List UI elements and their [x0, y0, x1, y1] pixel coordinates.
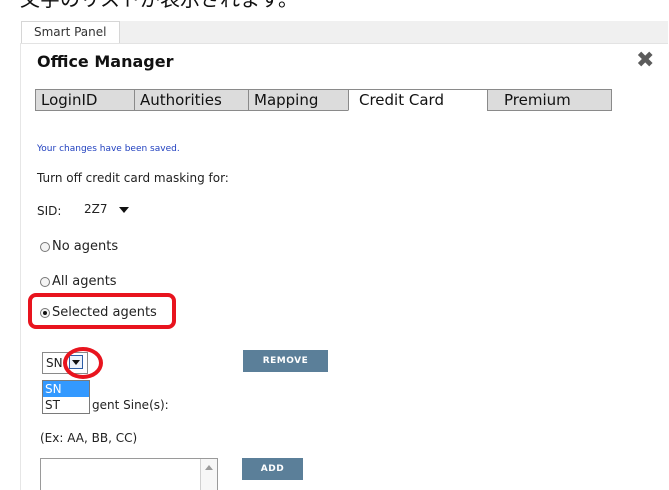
- tab-mapping[interactable]: Mapping: [248, 89, 349, 111]
- agent-select-value: SN: [46, 356, 63, 370]
- circle-annotation: [63, 347, 103, 379]
- chevron-down-icon: [119, 206, 130, 213]
- tab-authorities[interactable]: Authorities: [134, 89, 249, 111]
- radio-no-agents[interactable]: No agents: [40, 239, 118, 254]
- dropdown-option-sn[interactable]: SN: [43, 381, 89, 397]
- example-text: (Ex: AA, BB, CC): [40, 431, 138, 445]
- radio-icon: [40, 276, 50, 287]
- textarea-scrollbar[interactable]: [200, 459, 217, 490]
- radio-label: All agents: [52, 274, 117, 289]
- saved-message: Your changes have been saved.: [37, 144, 180, 154]
- dropdown-option-st[interactable]: ST: [43, 397, 89, 413]
- radio-label: No agents: [52, 239, 119, 254]
- radio-icon: [40, 241, 50, 252]
- smart-panel-tab[interactable]: Smart Panel: [21, 21, 120, 43]
- remove-button[interactable]: REMOVE: [243, 350, 328, 372]
- highlight-annotation: [28, 293, 176, 329]
- agent-dropdown-list: SN ST: [42, 380, 90, 414]
- add-button[interactable]: ADD: [242, 458, 303, 480]
- scroll-up-icon[interactable]: [205, 465, 213, 470]
- agent-sine-label: gent Sine(s):: [92, 398, 169, 412]
- tab-credit-card[interactable]: Credit Card: [348, 89, 488, 111]
- sid-value: 2Z7: [84, 202, 108, 216]
- top-caption: ー文字のリストが表示されます。: [0, 0, 669, 10]
- sid-label: SID:: [37, 204, 62, 218]
- agent-sine-input[interactable]: [40, 458, 218, 490]
- panel-border: [20, 43, 21, 490]
- smart-panel-bar: Smart Panel: [21, 21, 668, 44]
- sid-select[interactable]: 2Z7: [84, 201, 144, 218]
- tab-premium[interactable]: Premium: [487, 89, 612, 111]
- tab-loginid[interactable]: LoginID: [35, 89, 135, 111]
- close-icon[interactable]: ✖: [636, 50, 654, 72]
- masking-label: Turn off credit card masking for:: [37, 171, 229, 185]
- page-title: Office Manager: [37, 52, 174, 71]
- radio-all-agents[interactable]: All agents: [40, 274, 117, 289]
